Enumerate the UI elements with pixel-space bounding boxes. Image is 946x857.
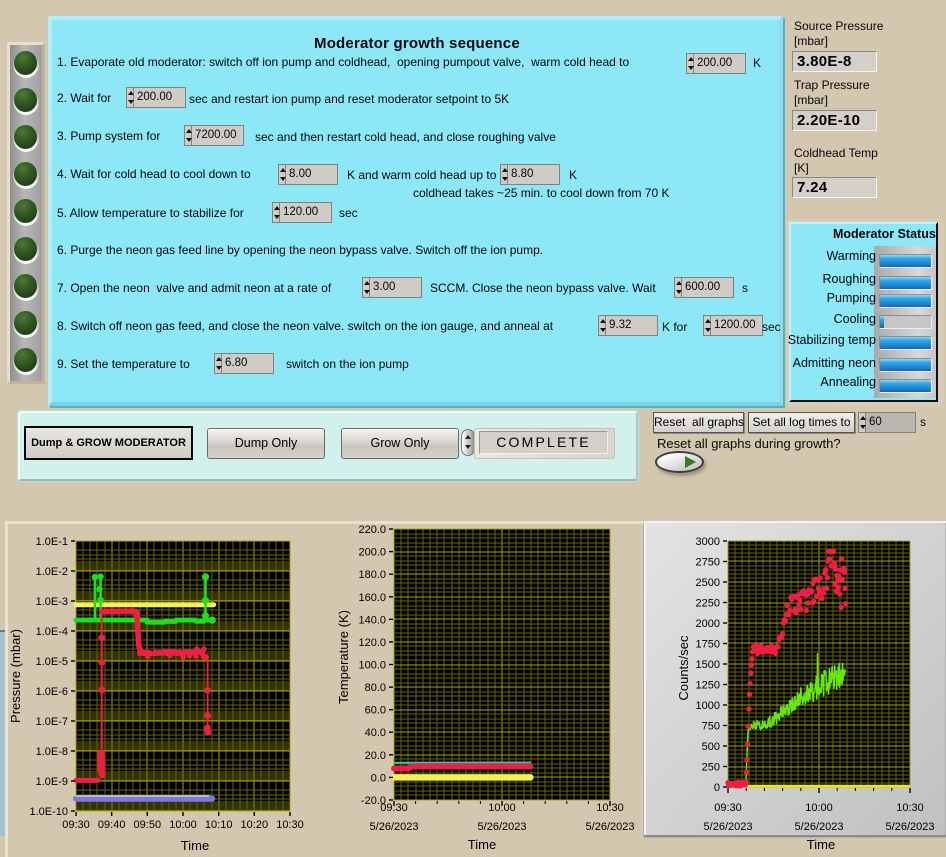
svg-text:100.0: 100.0 <box>358 660 386 672</box>
svg-text:1.0E-1: 1.0E-1 <box>36 536 68 548</box>
svg-text:5/26/2023: 5/26/2023 <box>478 821 527 833</box>
svg-text:1.0E-9: 1.0E-9 <box>36 776 68 788</box>
svg-text:Pressure (mbar): Pressure (mbar) <box>8 629 23 723</box>
svg-text:40.0: 40.0 <box>365 727 386 739</box>
svg-text:5/26/2023: 5/26/2023 <box>704 821 753 833</box>
svg-text:Time: Time <box>468 837 496 852</box>
svg-text:10:30: 10:30 <box>896 802 924 814</box>
svg-text:250: 250 <box>702 762 720 774</box>
svg-text:200.0: 200.0 <box>358 547 386 559</box>
svg-text:10:30: 10:30 <box>596 802 624 814</box>
svg-text:10:10: 10:10 <box>205 819 233 831</box>
svg-text:10:00: 10:00 <box>169 819 197 831</box>
svg-text:3000: 3000 <box>696 536 720 548</box>
svg-text:10:00: 10:00 <box>805 802 833 814</box>
svg-text:5/26/2023: 5/26/2023 <box>370 821 419 833</box>
svg-text:1.0E-6: 1.0E-6 <box>36 686 68 698</box>
svg-text:500: 500 <box>702 741 720 753</box>
svg-text:180.0: 180.0 <box>358 569 386 581</box>
svg-text:1750: 1750 <box>696 639 720 651</box>
svg-text:Time: Time <box>807 837 835 852</box>
svg-text:0: 0 <box>714 782 720 794</box>
svg-text:2500: 2500 <box>696 577 720 589</box>
svg-text:1.0E-5: 1.0E-5 <box>36 656 68 668</box>
svg-text:2750: 2750 <box>696 557 720 569</box>
svg-text:10:30: 10:30 <box>276 819 304 831</box>
svg-text:80.0: 80.0 <box>365 682 386 694</box>
svg-text:09:50: 09:50 <box>134 819 162 831</box>
svg-text:Time: Time <box>181 838 209 853</box>
svg-text:750: 750 <box>702 721 720 733</box>
svg-text:1.0E-2: 1.0E-2 <box>36 566 68 578</box>
svg-text:1000: 1000 <box>696 700 720 712</box>
svg-text:5/26/2023: 5/26/2023 <box>886 821 935 833</box>
svg-text:09:40: 09:40 <box>98 819 126 831</box>
svg-text:1500: 1500 <box>696 659 720 671</box>
svg-text:1.0E-10: 1.0E-10 <box>29 806 68 818</box>
svg-text:60.0: 60.0 <box>365 705 386 717</box>
svg-text:20.0: 20.0 <box>365 750 386 762</box>
svg-text:1250: 1250 <box>696 680 720 692</box>
svg-text:5/26/2023: 5/26/2023 <box>795 821 844 833</box>
svg-text:09:30: 09:30 <box>714 802 742 814</box>
svg-text:Temperature (K): Temperature (K) <box>336 610 351 704</box>
svg-text:5/26/2023: 5/26/2023 <box>586 821 635 833</box>
svg-text:09:30: 09:30 <box>62 819 90 831</box>
svg-text:2000: 2000 <box>696 618 720 630</box>
svg-text:Counts/sec: Counts/sec <box>676 635 691 701</box>
svg-text:1.0E-4: 1.0E-4 <box>36 626 68 638</box>
svg-text:140.0: 140.0 <box>358 614 386 626</box>
svg-text:2250: 2250 <box>696 598 720 610</box>
svg-text:120.0: 120.0 <box>358 637 386 649</box>
svg-text:160.0: 160.0 <box>358 592 386 604</box>
svg-text:1.0E-7: 1.0E-7 <box>36 716 68 728</box>
svg-text:10:00: 10:00 <box>488 802 516 814</box>
svg-text:10:20: 10:20 <box>241 819 269 831</box>
svg-text:1.0E-3: 1.0E-3 <box>36 596 68 608</box>
svg-text:09:30: 09:30 <box>380 802 408 814</box>
svg-text:0.0: 0.0 <box>371 772 386 784</box>
svg-text:1.0E-8: 1.0E-8 <box>36 746 68 758</box>
svg-text:220.0: 220.0 <box>358 524 386 536</box>
